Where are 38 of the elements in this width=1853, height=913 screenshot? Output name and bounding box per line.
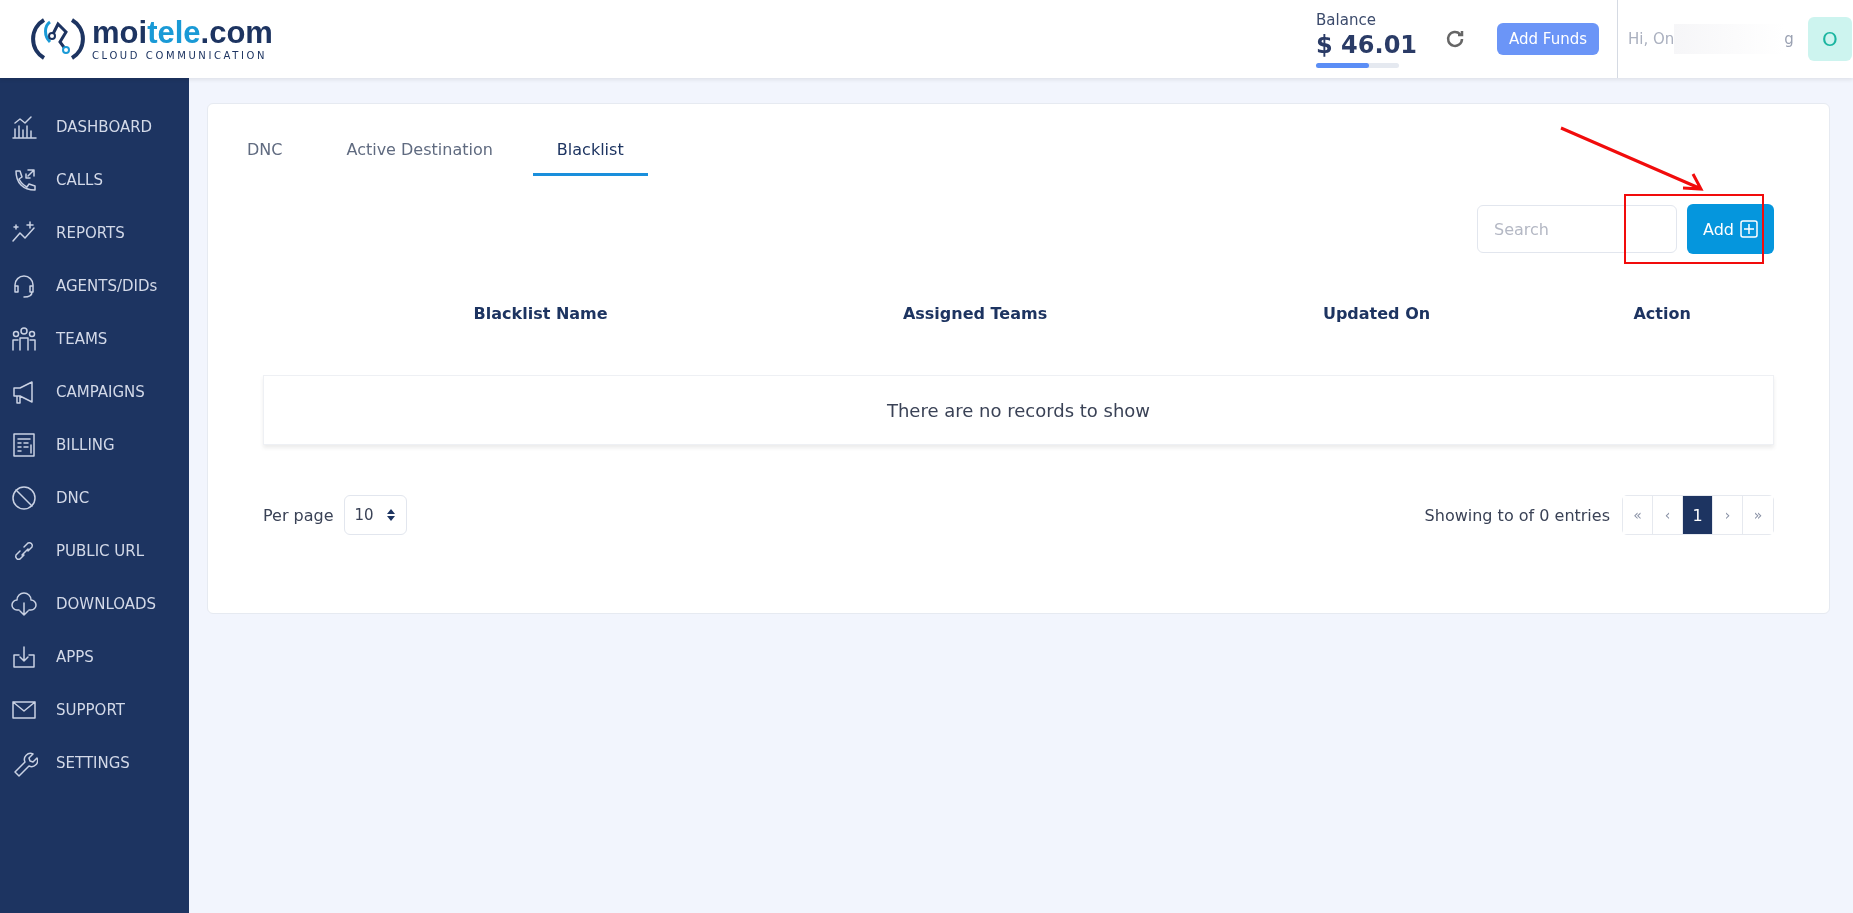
per-page-select[interactable]: 10: [343, 495, 407, 535]
sort-icon: [385, 508, 396, 522]
sidebar-item[interactable]: CALLS: [0, 153, 189, 206]
sidebar-item[interactable]: CAMPAIGNS: [0, 365, 189, 418]
sidebar-item[interactable]: SUPPORT: [0, 683, 189, 736]
plus-square-icon: [1740, 220, 1758, 238]
balance-amount: $ 46.01: [1316, 30, 1418, 59]
greeting-text: Hi, On: [1628, 30, 1675, 48]
column-header: Blacklist Name: [472, 304, 609, 323]
people-icon: [10, 324, 38, 353]
search-field[interactable]: Search: [1477, 205, 1677, 253]
per-page-label: Per page: [263, 505, 334, 525]
sidebar-item[interactable]: APPS: [0, 630, 189, 683]
sidebar-item[interactable]: SETTINGS: [0, 736, 189, 789]
tab[interactable]: DNC: [223, 128, 307, 176]
invoice-icon: [10, 430, 38, 459]
column-header: Action: [1632, 304, 1692, 323]
cloud-download-icon: [10, 589, 38, 618]
sidebar-item[interactable]: BILLING: [0, 418, 189, 471]
sidebar-item[interactable]: PUBLIC URL: [0, 524, 189, 577]
empty-message: There are no records to show: [263, 375, 1774, 445]
entries-summary: Showing to of 0 entries: [1424, 505, 1610, 525]
sidebar-item[interactable]: TEAMS: [0, 312, 189, 365]
sidebar-item[interactable]: DOWNLOADS: [0, 577, 189, 630]
column-header: Assigned Teams: [901, 304, 1049, 323]
tab[interactable]: Active Destination: [322, 128, 517, 176]
logo-tagline: CLOUD COMMUNICATION: [92, 50, 268, 61]
page-button[interactable]: 1: [1683, 496, 1713, 534]
column-header: Updated On: [1321, 304, 1432, 323]
greeting-text: g: [1784, 30, 1794, 48]
sidebar-item[interactable]: DASHBOARD: [0, 100, 189, 153]
logo-wordmark: moitele.com: [92, 17, 273, 48]
sidebar-item[interactable]: REPORTS: [0, 206, 189, 259]
balance-label: Balance: [1316, 10, 1377, 29]
sidebar-item[interactable]: AGENTS/DIDs: [0, 259, 189, 312]
sidebar-item[interactable]: DNC: [0, 471, 189, 524]
ban-icon: [10, 483, 38, 512]
tab[interactable]: Blacklist: [532, 128, 648, 176]
